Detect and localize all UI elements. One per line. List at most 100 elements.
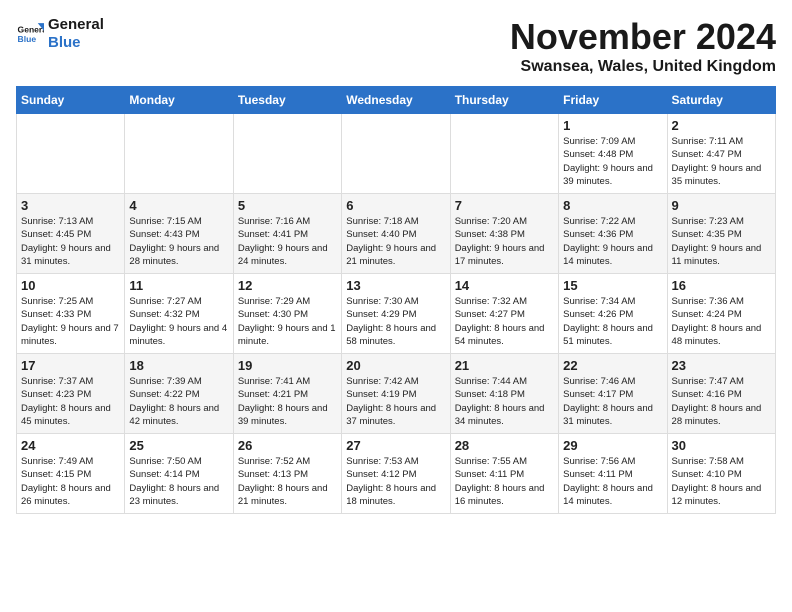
- day-number: 24: [21, 438, 120, 453]
- day-cell: 13 Sunrise: 7:30 AM Sunset: 4:29 PM Dayli…: [342, 274, 450, 354]
- day-number: 14: [455, 278, 554, 293]
- day-info: Sunrise: 7:20 AM Sunset: 4:38 PM Dayligh…: [455, 215, 554, 268]
- header-saturday: Saturday: [667, 87, 775, 114]
- day-number: 20: [346, 358, 445, 373]
- day-cell: 24 Sunrise: 7:49 AM Sunset: 4:15 PM Dayli…: [17, 434, 125, 514]
- day-cell: 19Sunrise: 7:41 AM Sunset: 4:21 PM Dayli…: [233, 354, 341, 434]
- week-row-3: 10Sunrise: 7:25 AM Sunset: 4:33 PM Dayli…: [17, 274, 776, 354]
- day-info: Sunrise: 7:44 AM Sunset: 4:18 PM Dayligh…: [455, 375, 554, 428]
- day-cell: 1Sunrise: 7:09 AM Sunset: 4:48 PM Daylig…: [559, 114, 667, 194]
- day-number: 7: [455, 198, 554, 213]
- day-number: 25: [129, 438, 228, 453]
- day-info: Sunrise: 7:18 AM Sunset: 4:40 PM Dayligh…: [346, 215, 445, 268]
- day-number: 2: [672, 118, 771, 133]
- day-cell: 9 Sunrise: 7:23 AM Sunset: 4:35 PM Daylig…: [667, 194, 775, 274]
- day-cell: 4Sunrise: 7:15 AM Sunset: 4:43 PM Daylig…: [125, 194, 233, 274]
- day-number: 23: [672, 358, 771, 373]
- day-cell: 21 Sunrise: 7:44 AM Sunset: 4:18 PM Dayli…: [450, 354, 558, 434]
- day-cell: 23 Sunrise: 7:47 AM Sunset: 4:16 PM Dayli…: [667, 354, 775, 434]
- svg-text:General: General: [18, 24, 44, 34]
- calendar-header-row: SundayMondayTuesdayWednesdayThursdayFrid…: [17, 87, 776, 114]
- day-info: Sunrise: 7:49 AM Sunset: 4:15 PM Dayligh…: [21, 455, 120, 508]
- day-number: 5: [238, 198, 337, 213]
- day-cell: [233, 114, 341, 194]
- day-info: Sunrise: 7:09 AM Sunset: 4:48 PM Dayligh…: [563, 135, 662, 188]
- day-info: Sunrise: 7:34 AM Sunset: 4:26 PM Dayligh…: [563, 295, 662, 348]
- header-thursday: Thursday: [450, 87, 558, 114]
- day-cell: 17 Sunrise: 7:37 AM Sunset: 4:23 PM Dayli…: [17, 354, 125, 434]
- day-number: 16: [672, 278, 771, 293]
- day-cell: 15 Sunrise: 7:34 AM Sunset: 4:26 PM Dayli…: [559, 274, 667, 354]
- location-title: Swansea, Wales, United Kingdom: [510, 58, 776, 76]
- day-cell: 7 Sunrise: 7:20 AM Sunset: 4:38 PM Daylig…: [450, 194, 558, 274]
- week-row-5: 24 Sunrise: 7:49 AM Sunset: 4:15 PM Dayli…: [17, 434, 776, 514]
- day-info: Sunrise: 7:42 AM Sunset: 4:19 PM Dayligh…: [346, 375, 445, 428]
- day-info: Sunrise: 7:32 AM Sunset: 4:27 PM Dayligh…: [455, 295, 554, 348]
- header: General Blue General Blue November 2024 …: [16, 16, 776, 76]
- day-info: Sunrise: 7:13 AM Sunset: 4:45 PM Dayligh…: [21, 215, 120, 268]
- day-info: Sunrise: 7:46 AM Sunset: 4:17 PM Dayligh…: [563, 375, 662, 428]
- day-cell: 2 Sunrise: 7:11 AM Sunset: 4:47 PM Daylig…: [667, 114, 775, 194]
- day-cell: 3 Sunrise: 7:13 AM Sunset: 4:45 PM Daylig…: [17, 194, 125, 274]
- day-cell: 16 Sunrise: 7:36 AM Sunset: 4:24 PM Dayli…: [667, 274, 775, 354]
- day-info: Sunrise: 7:58 AM Sunset: 4:10 PM Dayligh…: [672, 455, 771, 508]
- day-number: 29: [563, 438, 662, 453]
- day-number: 15: [563, 278, 662, 293]
- day-number: 18: [129, 358, 228, 373]
- day-cell: [450, 114, 558, 194]
- day-cell: 26Sunrise: 7:52 AM Sunset: 4:13 PM Dayli…: [233, 434, 341, 514]
- day-number: 30: [672, 438, 771, 453]
- day-cell: [125, 114, 233, 194]
- day-info: Sunrise: 7:36 AM Sunset: 4:24 PM Dayligh…: [672, 295, 771, 348]
- day-cell: [17, 114, 125, 194]
- day-number: 13: [346, 278, 445, 293]
- week-row-2: 3 Sunrise: 7:13 AM Sunset: 4:45 PM Daylig…: [17, 194, 776, 274]
- day-cell: 8Sunrise: 7:22 AM Sunset: 4:36 PM Daylig…: [559, 194, 667, 274]
- day-number: 27: [346, 438, 445, 453]
- day-info: Sunrise: 7:29 AM Sunset: 4:30 PM Dayligh…: [238, 295, 337, 348]
- week-row-4: 17 Sunrise: 7:37 AM Sunset: 4:23 PM Dayli…: [17, 354, 776, 434]
- title-area: November 2024 Swansea, Wales, United Kin…: [510, 16, 776, 76]
- day-info: Sunrise: 7:23 AM Sunset: 4:35 PM Dayligh…: [672, 215, 771, 268]
- day-cell: 22 Sunrise: 7:46 AM Sunset: 4:17 PM Dayli…: [559, 354, 667, 434]
- day-info: Sunrise: 7:50 AM Sunset: 4:14 PM Dayligh…: [129, 455, 228, 508]
- day-number: 9: [672, 198, 771, 213]
- day-number: 21: [455, 358, 554, 373]
- day-number: 22: [563, 358, 662, 373]
- day-number: 11: [129, 278, 228, 293]
- day-number: 10: [21, 278, 120, 293]
- day-info: Sunrise: 7:37 AM Sunset: 4:23 PM Dayligh…: [21, 375, 120, 428]
- day-number: 12: [238, 278, 337, 293]
- logo-icon: General Blue: [16, 20, 44, 48]
- day-cell: 12 Sunrise: 7:29 AM Sunset: 4:30 PM Dayli…: [233, 274, 341, 354]
- day-info: Sunrise: 7:27 AM Sunset: 4:32 PM Dayligh…: [129, 295, 228, 348]
- day-cell: 6Sunrise: 7:18 AM Sunset: 4:40 PM Daylig…: [342, 194, 450, 274]
- day-cell: 5Sunrise: 7:16 AM Sunset: 4:41 PM Daylig…: [233, 194, 341, 274]
- day-number: 28: [455, 438, 554, 453]
- day-info: Sunrise: 7:22 AM Sunset: 4:36 PM Dayligh…: [563, 215, 662, 268]
- day-cell: [342, 114, 450, 194]
- month-title: November 2024: [510, 16, 776, 58]
- day-number: 19: [238, 358, 337, 373]
- day-number: 17: [21, 358, 120, 373]
- day-info: Sunrise: 7:39 AM Sunset: 4:22 PM Dayligh…: [129, 375, 228, 428]
- day-info: Sunrise: 7:56 AM Sunset: 4:11 PM Dayligh…: [563, 455, 662, 508]
- day-cell: 20 Sunrise: 7:42 AM Sunset: 4:19 PM Dayli…: [342, 354, 450, 434]
- day-info: Sunrise: 7:55 AM Sunset: 4:11 PM Dayligh…: [455, 455, 554, 508]
- day-number: 3: [21, 198, 120, 213]
- day-cell: 25 Sunrise: 7:50 AM Sunset: 4:14 PM Dayli…: [125, 434, 233, 514]
- day-info: Sunrise: 7:53 AM Sunset: 4:12 PM Dayligh…: [346, 455, 445, 508]
- header-friday: Friday: [559, 87, 667, 114]
- week-row-1: 1Sunrise: 7:09 AM Sunset: 4:48 PM Daylig…: [17, 114, 776, 194]
- day-number: 26: [238, 438, 337, 453]
- day-cell: 29 Sunrise: 7:56 AM Sunset: 4:11 PM Dayli…: [559, 434, 667, 514]
- header-wednesday: Wednesday: [342, 87, 450, 114]
- header-tuesday: Tuesday: [233, 87, 341, 114]
- day-info: Sunrise: 7:47 AM Sunset: 4:16 PM Dayligh…: [672, 375, 771, 428]
- day-info: Sunrise: 7:11 AM Sunset: 4:47 PM Dayligh…: [672, 135, 771, 188]
- day-cell: 14 Sunrise: 7:32 AM Sunset: 4:27 PM Dayli…: [450, 274, 558, 354]
- day-cell: 18 Sunrise: 7:39 AM Sunset: 4:22 PM Dayli…: [125, 354, 233, 434]
- logo: General Blue General Blue: [16, 16, 104, 52]
- day-info: Sunrise: 7:30 AM Sunset: 4:29 PM Dayligh…: [346, 295, 445, 348]
- day-cell: 30 Sunrise: 7:58 AM Sunset: 4:10 PM Dayli…: [667, 434, 775, 514]
